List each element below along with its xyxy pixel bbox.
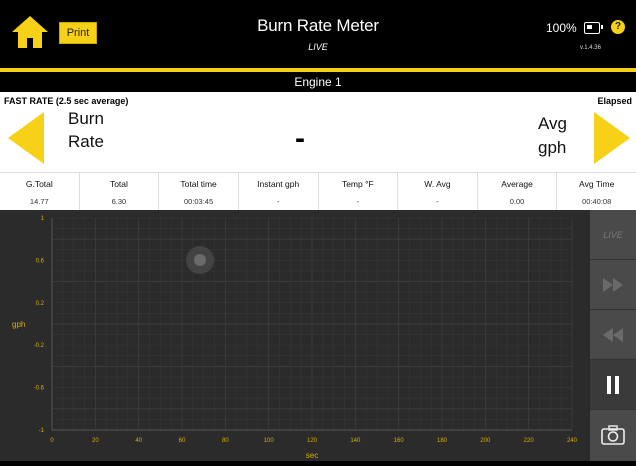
stats-row: G.Total 14.77 Total 6.30 Total time 00:0…	[0, 172, 636, 211]
live-button-label: LIVE	[603, 229, 623, 240]
x-tick-label: 20	[92, 438, 99, 444]
stat-label: Average	[501, 179, 533, 189]
x-tick-label: 160	[394, 438, 405, 444]
app-title: Burn Rate Meter	[257, 16, 379, 35]
live-button[interactable]: LIVE	[590, 210, 636, 260]
x-tick-label: 60	[179, 438, 186, 444]
x-tick-label: 200	[480, 438, 491, 444]
loading-spinner-core	[194, 254, 206, 266]
stat-label: G.Total	[25, 179, 53, 189]
stat-g-total: G.Total 14.77	[0, 173, 80, 211]
burn-rate-panel: FAST RATE (2.5 sec average) Elapsed Burn…	[0, 92, 636, 172]
y-tick-label: -1	[39, 428, 45, 434]
x-tick-label: 140	[350, 438, 361, 444]
burn-rate-title-line1: Burn	[68, 109, 104, 128]
x-tick-label: 0	[50, 438, 54, 444]
stat-value: -	[276, 197, 280, 206]
stat-value: -	[436, 197, 439, 206]
camera-icon	[601, 424, 625, 445]
x-tick-label: 180	[437, 438, 448, 444]
x-tick-label: 220	[524, 438, 535, 444]
x-tick-label: 40	[135, 438, 142, 444]
battery-percent: 100%	[546, 21, 577, 35]
stat-value: 00:40:08	[582, 197, 612, 206]
fast-forward-icon	[603, 277, 623, 292]
stat-value: 14.77	[29, 197, 49, 206]
y-tick-label: 0.2	[36, 301, 45, 307]
avg-label: Avg	[538, 114, 567, 133]
unit-label: gph	[538, 138, 567, 157]
x-tick-label: 120	[307, 438, 318, 444]
x-tick-label: 240	[567, 438, 578, 444]
version-label: v.1.4.36	[580, 45, 601, 51]
stat-w-avg: W. Avg -	[398, 173, 478, 211]
stat-label: Total	[109, 179, 128, 189]
stat-instant-gph: Instant gph -	[239, 173, 319, 211]
camera-button[interactable]	[590, 410, 636, 459]
previous-mode-button[interactable]	[6, 112, 46, 164]
rewind-icon	[603, 327, 623, 342]
y-tick-label: -0.2	[34, 343, 45, 349]
stat-value: 0.00	[509, 197, 525, 206]
live-status-label: LIVE	[308, 42, 328, 52]
x-axis-label: sec	[306, 451, 318, 460]
arrow-right-icon	[594, 112, 630, 164]
y-tick-label: 0.6	[36, 258, 45, 264]
chart-area[interactable]: 0 20 40 60 80 100 120 140 160 180 200 220 240 1 0.6 0.2…	[0, 210, 590, 461]
pause-icon	[607, 375, 619, 394]
elapsed-label: Elapsed	[597, 96, 632, 106]
x-tick-label: 100	[264, 438, 275, 444]
stat-value: 6.30	[111, 197, 127, 206]
stat-label: Temp °F	[341, 179, 374, 189]
burn-rate-title-line2: Rate	[68, 132, 104, 151]
help-button[interactable]: ?	[611, 20, 625, 34]
stat-value: 00:03:45	[183, 197, 214, 206]
pause-button[interactable]	[590, 360, 636, 410]
arrow-left-icon	[8, 112, 44, 164]
stat-temp: Temp °F -	[319, 173, 399, 211]
stat-value: -	[356, 197, 360, 206]
battery-icon	[584, 22, 603, 34]
rewind-button[interactable]	[590, 310, 636, 360]
stat-label: W. Avg	[424, 179, 451, 189]
next-mode-button[interactable]	[592, 112, 632, 164]
stat-average: Average 0.00	[478, 173, 558, 211]
fast-forward-button[interactable]	[590, 260, 636, 310]
stat-avg-time: Avg Time 00:40:08	[557, 173, 636, 211]
stat-label: Avg Time	[579, 179, 615, 189]
x-tick-label: 80	[222, 438, 229, 444]
burn-rate-value: -	[295, 122, 305, 155]
engine-label: Engine 1	[0, 72, 636, 92]
y-axis-label: gph	[12, 320, 25, 329]
playback-controls: LIVE	[590, 210, 636, 461]
y-tick-label: -0.6	[34, 386, 45, 392]
stat-total-time: Total time 00:03:45	[159, 173, 239, 211]
y-tick-label: 1	[41, 216, 45, 222]
stat-label: Total time	[180, 179, 217, 189]
header-bar: Print Burn Rate Meter LIVE 100% ? v.1.4.…	[0, 0, 636, 68]
burn-rate-chart: 0 20 40 60 80 100 120 140 160 180 200 220 240 1 0.6 0.2…	[12, 216, 578, 460]
rate-mode-label: FAST RATE (2.5 sec average)	[4, 96, 129, 106]
stat-label: Instant gph	[257, 179, 300, 189]
stat-total: Total 6.30	[80, 173, 160, 211]
